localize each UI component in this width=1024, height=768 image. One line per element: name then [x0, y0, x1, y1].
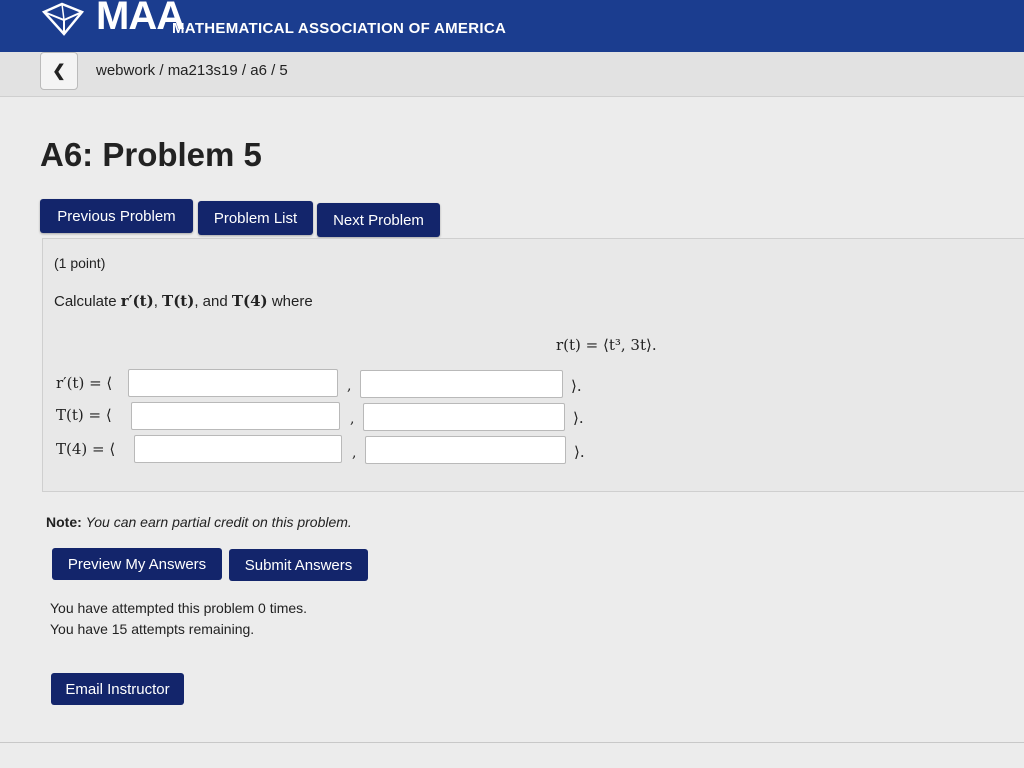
- T4-component-2-input[interactable]: [365, 436, 566, 464]
- question-suffix: where: [267, 293, 313, 310]
- attempts-count: You have attempted this problem 0 times.: [50, 600, 308, 616]
- T-component-1-input[interactable]: [131, 402, 340, 430]
- page-title: A6: Problem 5: [40, 136, 262, 173]
- r-prime-label: r′(t) = ⟨: [56, 374, 113, 392]
- submit-answers-button[interactable]: Submit Answers: [229, 549, 368, 581]
- T4-label: T(4) = ⟨: [56, 440, 116, 458]
- note-text: You can earn partial credit on this prob…: [85, 514, 352, 530]
- point-value: (1 point): [54, 255, 106, 271]
- preview-answers-button[interactable]: Preview My Answers: [52, 548, 222, 580]
- note-label: Note:: [46, 514, 82, 530]
- maa-logo-icon: [41, 2, 85, 36]
- row2-comma: ,: [350, 411, 355, 427]
- r-prime-component-1-input[interactable]: [128, 369, 338, 397]
- previous-problem-button[interactable]: Previous Problem: [40, 199, 193, 233]
- next-problem-button[interactable]: Next Problem: [317, 203, 440, 237]
- question-sep1: ,: [153, 293, 163, 310]
- row1-comma: ,: [347, 378, 352, 394]
- T-label: T(t) = ⟨: [56, 406, 112, 424]
- row1-close: ⟩.: [571, 377, 582, 395]
- r-prime-component-2-input[interactable]: [360, 370, 563, 398]
- org-name: MATHEMATICAL ASSOCIATION OF AMERICA: [172, 20, 507, 37]
- partial-credit-note: Note: You can earn partial credit on thi…: [46, 514, 352, 530]
- row2-close: ⟩.: [573, 409, 584, 427]
- back-button[interactable]: ❮: [40, 52, 78, 90]
- question-T4: T(4): [231, 292, 268, 310]
- problem-list-button[interactable]: Problem List: [198, 201, 313, 235]
- breadcrumb[interactable]: webwork / ma213s19 / a6 / 5: [96, 62, 288, 79]
- email-instructor-button[interactable]: Email Instructor: [51, 673, 184, 705]
- maa-logo-text: MAA: [96, 0, 185, 38]
- row3-close: ⟩.: [574, 443, 585, 461]
- question-T: T(t): [162, 292, 195, 310]
- question-sep2: , and: [194, 293, 232, 310]
- T-component-2-input[interactable]: [363, 403, 565, 431]
- question-r-prime: r′(t): [120, 292, 154, 310]
- given-equation: r(t) = ⟨t³, 3t⟩.: [556, 336, 657, 354]
- chevron-left-icon: ❮: [52, 63, 66, 80]
- footer-divider: [0, 742, 1024, 743]
- attempts-remaining: You have 15 attempts remaining.: [50, 621, 255, 637]
- row3-comma: ,: [352, 445, 357, 461]
- question-prefix: Calculate: [54, 293, 121, 310]
- T4-component-1-input[interactable]: [134, 435, 342, 463]
- problem-question: Calculate r′(t), T(t), and T(4) where: [54, 292, 313, 310]
- attempts-info: You have attempted this problem 0 times.…: [50, 598, 307, 640]
- site-header: MAA MATHEMATICAL ASSOCIATION OF AMERICA: [0, 0, 1024, 52]
